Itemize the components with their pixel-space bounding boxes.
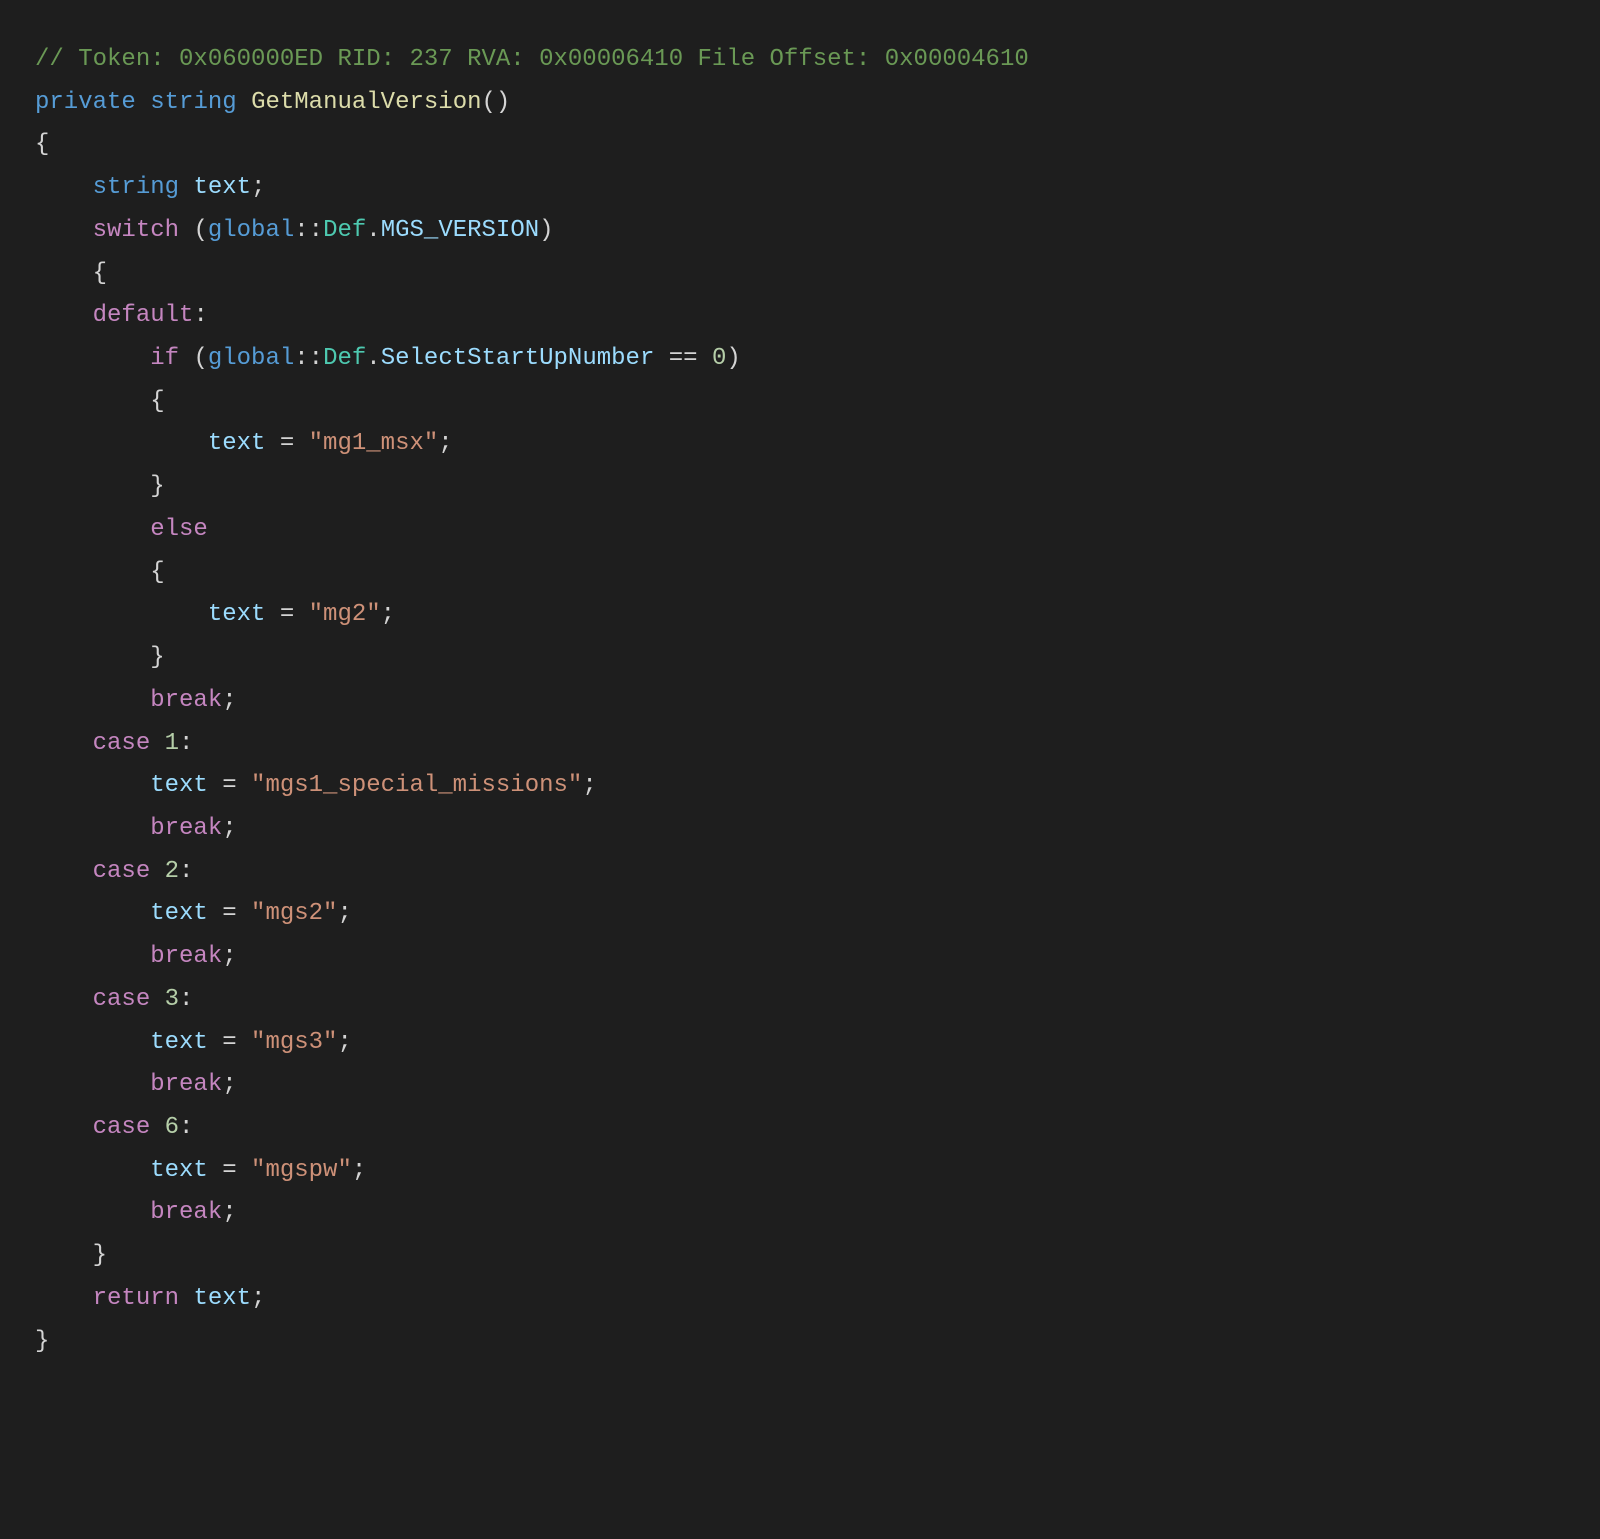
string-special-missions: "mgs1_special_missions" (251, 772, 582, 799)
colon: : (193, 302, 207, 329)
keyword-case: case (93, 1114, 151, 1141)
keyword-global: global (208, 217, 294, 244)
brace-open: { (150, 559, 164, 586)
string-mg2: "mg2" (309, 601, 381, 628)
paren-open: ( (482, 89, 496, 116)
brace-open: { (35, 131, 49, 158)
semicolon: ; (337, 900, 351, 927)
brace-open: { (93, 260, 107, 287)
keyword-break: break (150, 687, 222, 714)
literal-2: 2 (165, 858, 179, 885)
method-name: GetManualVersion (251, 89, 481, 116)
semicolon: ; (438, 430, 452, 457)
keyword-if: if (150, 345, 179, 372)
semicolon: ; (352, 1157, 366, 1184)
semicolon: ; (222, 1199, 236, 1226)
string-mg1-msx: "mg1_msx" (309, 430, 439, 457)
dot: . (366, 217, 380, 244)
keyword-return: return (93, 1285, 179, 1312)
keyword-break: break (150, 815, 222, 842)
code-editor[interactable]: // Token: 0x060000ED RID: 237 RVA: 0x000… (0, 24, 1600, 1539)
var-text: text (150, 1157, 208, 1184)
paren-open: ( (193, 217, 207, 244)
paren-close: ) (726, 345, 740, 372)
brace-close: } (93, 1242, 107, 1269)
colon: : (179, 1114, 193, 1141)
paren-close: ) (496, 89, 510, 116)
op-assign: = (222, 1157, 236, 1184)
op-assign: = (222, 772, 236, 799)
op-assign: = (222, 900, 236, 927)
semicolon: ; (222, 1071, 236, 1098)
brace-close: } (150, 644, 164, 671)
paren-close: ) (539, 217, 553, 244)
keyword-switch: switch (93, 217, 179, 244)
keyword-break: break (150, 1071, 222, 1098)
var-text: text (150, 1029, 208, 1056)
paren-open: ( (193, 345, 207, 372)
string-mgs2: "mgs2" (251, 900, 337, 927)
colon: : (179, 858, 193, 885)
prop-select-startup: SelectStartUpNumber (381, 345, 655, 372)
literal-1: 1 (165, 730, 179, 757)
keyword-case: case (93, 986, 151, 1013)
var-text: text (150, 772, 208, 799)
class-def: Def (323, 217, 366, 244)
semicolon: ; (251, 1285, 265, 1312)
keyword-else: else (150, 516, 208, 543)
var-text: text (193, 174, 251, 201)
op-equals: == (669, 345, 698, 372)
keyword-break: break (150, 943, 222, 970)
literal-zero: 0 (712, 345, 726, 372)
coloncolon: :: (294, 345, 323, 372)
semicolon: ; (337, 1029, 351, 1056)
keyword-case: case (93, 858, 151, 885)
semicolon: ; (222, 687, 236, 714)
string-mgspw: "mgspw" (251, 1157, 352, 1184)
literal-3: 3 (165, 986, 179, 1013)
keyword-private: private (35, 89, 136, 116)
colon: : (179, 730, 193, 757)
brace-close: } (35, 1328, 49, 1355)
string-mgs3: "mgs3" (251, 1029, 337, 1056)
dot: . (366, 345, 380, 372)
var-text: text (208, 601, 266, 628)
type-string: string (93, 174, 179, 201)
semicolon: ; (381, 601, 395, 628)
colon: : (179, 986, 193, 1013)
keyword-global: global (208, 345, 294, 372)
semicolon: ; (222, 943, 236, 970)
semicolon: ; (582, 772, 596, 799)
code-comment: // Token: 0x060000ED RID: 237 RVA: 0x000… (35, 46, 1029, 73)
semicolon: ; (222, 815, 236, 842)
op-assign: = (280, 430, 294, 457)
prop-mgs-version: MGS_VERSION (381, 217, 539, 244)
literal-6: 6 (165, 1114, 179, 1141)
semicolon: ; (251, 174, 265, 201)
var-text: text (193, 1285, 251, 1312)
op-assign: = (222, 1029, 236, 1056)
class-def: Def (323, 345, 366, 372)
brace-close: } (150, 473, 164, 500)
coloncolon: :: (294, 217, 323, 244)
brace-open: { (150, 388, 164, 415)
keyword-default: default (93, 302, 194, 329)
keyword-break: break (150, 1199, 222, 1226)
var-text: text (150, 900, 208, 927)
keyword-case: case (93, 730, 151, 757)
var-text: text (208, 430, 266, 457)
op-assign: = (280, 601, 294, 628)
keyword-string-type: string (150, 89, 236, 116)
